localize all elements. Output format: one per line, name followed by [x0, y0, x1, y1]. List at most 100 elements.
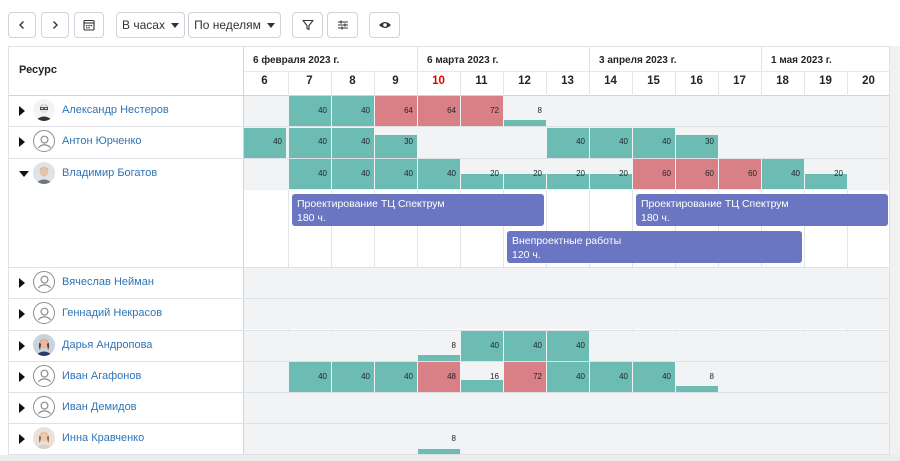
workload-cell-value[interactable]: 30	[676, 137, 714, 146]
resource-name[interactable]: Владимир Богатов	[62, 167, 157, 179]
week-header-6[interactable]: 6	[243, 72, 286, 90]
avatar	[33, 333, 55, 356]
workload-cell-value[interactable]: 72	[461, 106, 499, 115]
resource-row-4[interactable]: Геннадий Некрасов	[9, 298, 243, 329]
workload-cell-value[interactable]: 40	[547, 137, 585, 146]
week-header-19[interactable]: 19	[804, 72, 847, 90]
week-header-14[interactable]: 14	[589, 72, 632, 90]
workload-cell-value[interactable]: 20	[547, 169, 585, 178]
workload-cell-value[interactable]: 40	[289, 372, 327, 381]
period-select[interactable]: По неделям	[188, 12, 281, 38]
workload-cell-value[interactable]: 64	[418, 106, 456, 115]
resource-name[interactable]: Инна Кравченко	[62, 432, 144, 444]
resource-name[interactable]: Иван Демидов	[62, 401, 137, 413]
workload-cell-value[interactable]: 8	[676, 372, 714, 381]
workload-cell-value[interactable]: 40	[244, 137, 282, 146]
workload-cell-value[interactable]: 40	[289, 169, 327, 178]
week-header-20[interactable]: 20	[847, 72, 889, 90]
workload-cell-value[interactable]: 40	[418, 169, 456, 178]
week-header-9[interactable]: 9	[374, 72, 417, 90]
prev-period-button[interactable]	[8, 12, 36, 38]
calendar-button[interactable]	[74, 12, 104, 38]
horizontal-scrollbar[interactable]	[0, 455, 900, 461]
task-bar[interactable]: Проектирование ТЦ Спектрум 180 ч.	[636, 193, 888, 226]
workload-cell-value[interactable]: 40	[762, 169, 800, 178]
week-header-16[interactable]: 16	[675, 72, 718, 90]
week-header-18[interactable]: 18	[761, 72, 804, 90]
filter-button[interactable]	[292, 12, 323, 38]
resource-row-0[interactable]: Александр Нестеров	[9, 95, 243, 126]
workload-cell-value[interactable]: 40	[547, 372, 585, 381]
workload-cell-value[interactable]: 8	[418, 341, 456, 350]
units-select[interactable]: В часах	[116, 12, 185, 38]
expand-triangle-icon[interactable]	[19, 309, 25, 320]
resource-row-2[interactable]: Владимир Богатов	[9, 158, 243, 189]
week-header-10[interactable]: 10	[417, 72, 460, 90]
resource-row-5[interactable]: Дарья Андропова	[9, 330, 243, 361]
expand-triangle-icon[interactable]	[19, 340, 25, 351]
task-bar[interactable]: Проектирование ТЦ Спектрум 180 ч.	[292, 193, 544, 226]
expand-triangle-icon[interactable]	[19, 137, 25, 148]
resource-name[interactable]: Иван Агафонов	[62, 370, 141, 382]
workload-cell-value[interactable]: 8	[504, 106, 542, 115]
resource-row-7[interactable]: Иван Демидов	[9, 392, 243, 423]
workload-cell-value[interactable]: 40	[375, 169, 413, 178]
workload-cell-value[interactable]: 20	[805, 169, 843, 178]
week-header-15[interactable]: 15	[632, 72, 675, 90]
workload-cell-value[interactable]: 40	[332, 169, 370, 178]
workload-cell-value[interactable]: 40	[590, 372, 628, 381]
workload-cell-value[interactable]: 40	[289, 106, 327, 115]
workload-cell-value[interactable]: 40	[332, 372, 370, 381]
settings-button[interactable]	[327, 12, 358, 38]
workload-cell-value[interactable]: 30	[375, 137, 413, 146]
workload-cell-value[interactable]: 40	[289, 137, 327, 146]
resource-row-8[interactable]: Инна Кравченко	[9, 423, 243, 454]
workload-cell-value[interactable]: 20	[590, 169, 628, 178]
workload-cell-value[interactable]: 60	[676, 169, 714, 178]
expand-triangle-icon[interactable]	[19, 106, 25, 116]
next-period-button[interactable]	[41, 12, 69, 38]
resource-name[interactable]: Александр Нестеров	[62, 104, 169, 116]
expanded-subrow-divider	[243, 188, 889, 190]
row-background	[244, 393, 889, 424]
view-button[interactable]	[369, 12, 400, 38]
resource-row-1[interactable]: Антон Юрченко	[9, 126, 243, 157]
workload-cell-value[interactable]: 48	[418, 372, 456, 381]
workload-cell-value[interactable]: 40	[504, 341, 542, 350]
task-bar[interactable]: Внепроектные работы 120 ч.	[507, 230, 802, 263]
vertical-scrollbar[interactable]	[890, 46, 900, 455]
workload-cell-value[interactable]: 40	[375, 372, 413, 381]
week-header-7[interactable]: 7	[288, 72, 331, 90]
workload-cell-value[interactable]: 40	[461, 341, 499, 350]
week-header-11[interactable]: 11	[460, 72, 503, 90]
workload-cell-value[interactable]: 40	[633, 372, 671, 381]
workload-cell-value[interactable]: 64	[375, 106, 413, 115]
resource-row-3[interactable]: Вячеслав Нейман	[9, 267, 243, 298]
resource-name[interactable]: Антон Юрченко	[62, 135, 142, 147]
workload-cell-value[interactable]: 8	[418, 434, 456, 443]
resource-row-6[interactable]: Иван Агафонов	[9, 361, 243, 392]
workload-cell-value[interactable]: 60	[719, 169, 757, 178]
workload-cell-value[interactable]: 72	[504, 372, 542, 381]
expand-triangle-icon[interactable]	[19, 277, 25, 288]
workload-cell-value[interactable]: 16	[461, 372, 499, 381]
expand-triangle-icon[interactable]	[19, 371, 25, 382]
expand-triangle-icon[interactable]	[19, 403, 25, 414]
workload-cell-value[interactable]: 20	[461, 169, 499, 178]
collapse-triangle-icon[interactable]	[19, 170, 29, 177]
resource-name[interactable]: Геннадий Некрасов	[62, 307, 162, 319]
week-header-12[interactable]: 12	[503, 72, 546, 90]
workload-cell-value[interactable]: 40	[332, 137, 370, 146]
workload-cell-value[interactable]: 40	[633, 137, 671, 146]
week-header-13[interactable]: 13	[546, 72, 589, 90]
week-header-17[interactable]: 17	[718, 72, 761, 90]
resource-name[interactable]: Вячеслав Нейман	[62, 276, 154, 288]
workload-cell-value[interactable]: 40	[590, 137, 628, 146]
expand-triangle-icon[interactable]	[19, 434, 25, 445]
workload-cell-value[interactable]: 60	[633, 169, 671, 178]
workload-cell-value[interactable]: 40	[547, 341, 585, 350]
workload-cell-value[interactable]: 20	[504, 169, 542, 178]
week-header-8[interactable]: 8	[331, 72, 374, 90]
resource-name[interactable]: Дарья Андропова	[62, 339, 152, 351]
workload-cell-value[interactable]: 40	[332, 106, 370, 115]
